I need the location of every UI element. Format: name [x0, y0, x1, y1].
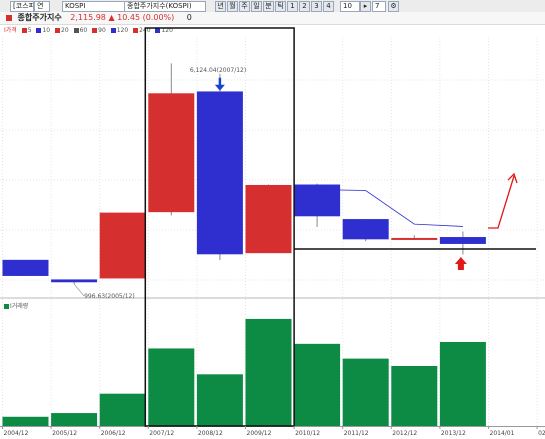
x-tick-label: 2004/12	[4, 430, 29, 437]
candle-body	[391, 237, 438, 240]
candle-body	[2, 259, 49, 276]
x-tick-label: 2010/12	[295, 430, 320, 437]
candle-body	[342, 219, 389, 240]
volume-bar	[294, 343, 341, 426]
candle-body	[148, 93, 195, 213]
low-leader	[73, 283, 85, 297]
x-axis: 2004/12 2005/12 2006/12 2007/12 2008/12 2009/…	[2, 426, 545, 437]
x-tick-label: 2011/12	[344, 430, 369, 437]
volume-bar	[342, 358, 389, 426]
volume-bar	[196, 374, 243, 426]
down-arrow-icon	[214, 84, 225, 91]
volume-bar	[148, 348, 195, 426]
candle-body	[196, 91, 243, 255]
candle-body	[439, 237, 486, 244]
volume-bar	[2, 416, 49, 426]
candle-body	[294, 184, 341, 217]
up-arrow-icon	[454, 257, 467, 264]
volume-bar	[51, 413, 98, 426]
high-label: 6,124.04(2007/12)	[190, 67, 246, 74]
volume-bar	[99, 393, 146, 426]
volume-bars	[2, 318, 486, 426]
price-candles	[2, 63, 486, 285]
x-tick-label: 2007/12	[149, 430, 174, 437]
price-volume-chart: 6,124.04(2007/12) 996.63(2005/12) 2004/12…	[0, 27, 545, 437]
x-tick-label: 2012/12	[392, 430, 417, 437]
low-label: 996.63(2005/12)	[84, 293, 135, 300]
x-tick-label: 2005/12	[52, 430, 77, 437]
x-tick-label: 2006/12	[101, 430, 126, 437]
up-arrow-shaft	[457, 264, 464, 270]
volume-bar	[439, 342, 486, 426]
x-tick-label: 2013/12	[441, 430, 466, 437]
x-tick-label: 2009/12	[247, 430, 272, 437]
trend-arrow-line	[488, 175, 515, 229]
candle-body	[51, 279, 98, 283]
x-tick-label: 2008/12	[198, 430, 223, 437]
volume-bar	[245, 318, 292, 426]
x-tick-label: 2014/01	[490, 430, 515, 437]
x-tick-label: 02	[538, 430, 545, 437]
candle-body	[99, 212, 146, 279]
volume-bar	[391, 366, 438, 426]
candle-body	[245, 184, 292, 254]
